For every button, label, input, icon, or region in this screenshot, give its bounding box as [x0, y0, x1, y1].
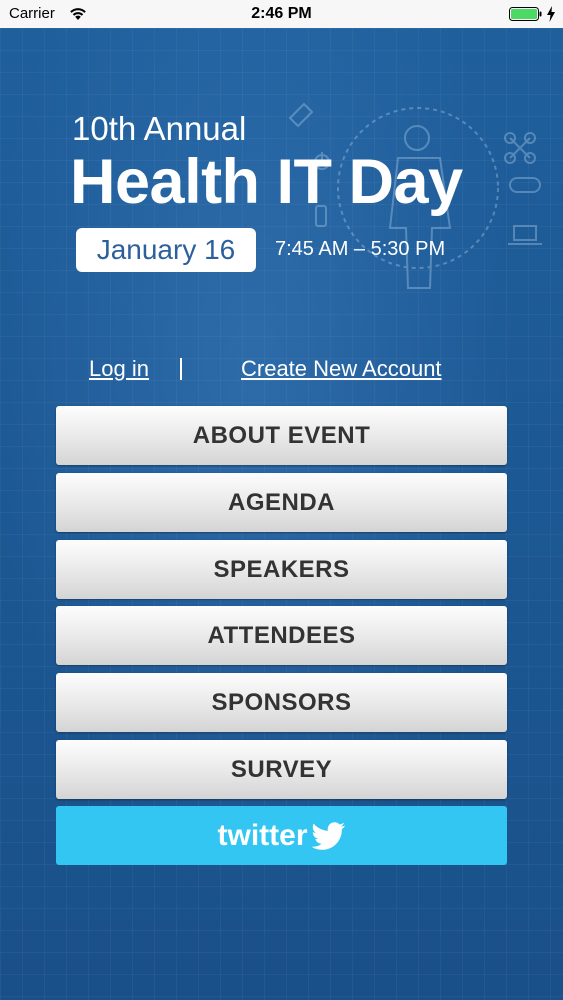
survey-button[interactable]: SURVEY	[56, 740, 507, 799]
event-title: Health IT Day	[70, 147, 463, 217]
create-account-link[interactable]: Create New Account	[241, 356, 442, 382]
attendees-button[interactable]: ATTENDEES	[56, 606, 507, 665]
login-link[interactable]: Log in	[89, 356, 149, 382]
charging-bolt-icon	[547, 6, 555, 22]
event-date-badge: January 16	[76, 228, 256, 272]
about-event-button[interactable]: ABOUT EVENT	[56, 406, 507, 465]
twitter-bird-icon	[311, 821, 345, 850]
auth-links: Log in Create New Account	[0, 356, 563, 386]
event-edition: 10th Annual	[72, 110, 247, 147]
twitter-wordmark: twitter	[217, 818, 308, 852]
status-bar: Carrier 2:46 PM	[0, 0, 563, 28]
battery-icon	[509, 7, 542, 21]
agenda-button[interactable]: AGENDA	[56, 473, 507, 532]
auth-divider	[180, 358, 182, 380]
status-time: 2:46 PM	[251, 5, 312, 22]
sponsors-button[interactable]: SPONSORS	[56, 673, 507, 732]
twitter-button[interactable]: twitter	[56, 806, 507, 865]
event-time-range: 7:45 AM – 5:30 PM	[275, 238, 446, 260]
speakers-button[interactable]: SPEAKERS	[56, 540, 507, 599]
home-screen: 10th Annual Health IT Day January 16 7:4…	[0, 28, 563, 1000]
